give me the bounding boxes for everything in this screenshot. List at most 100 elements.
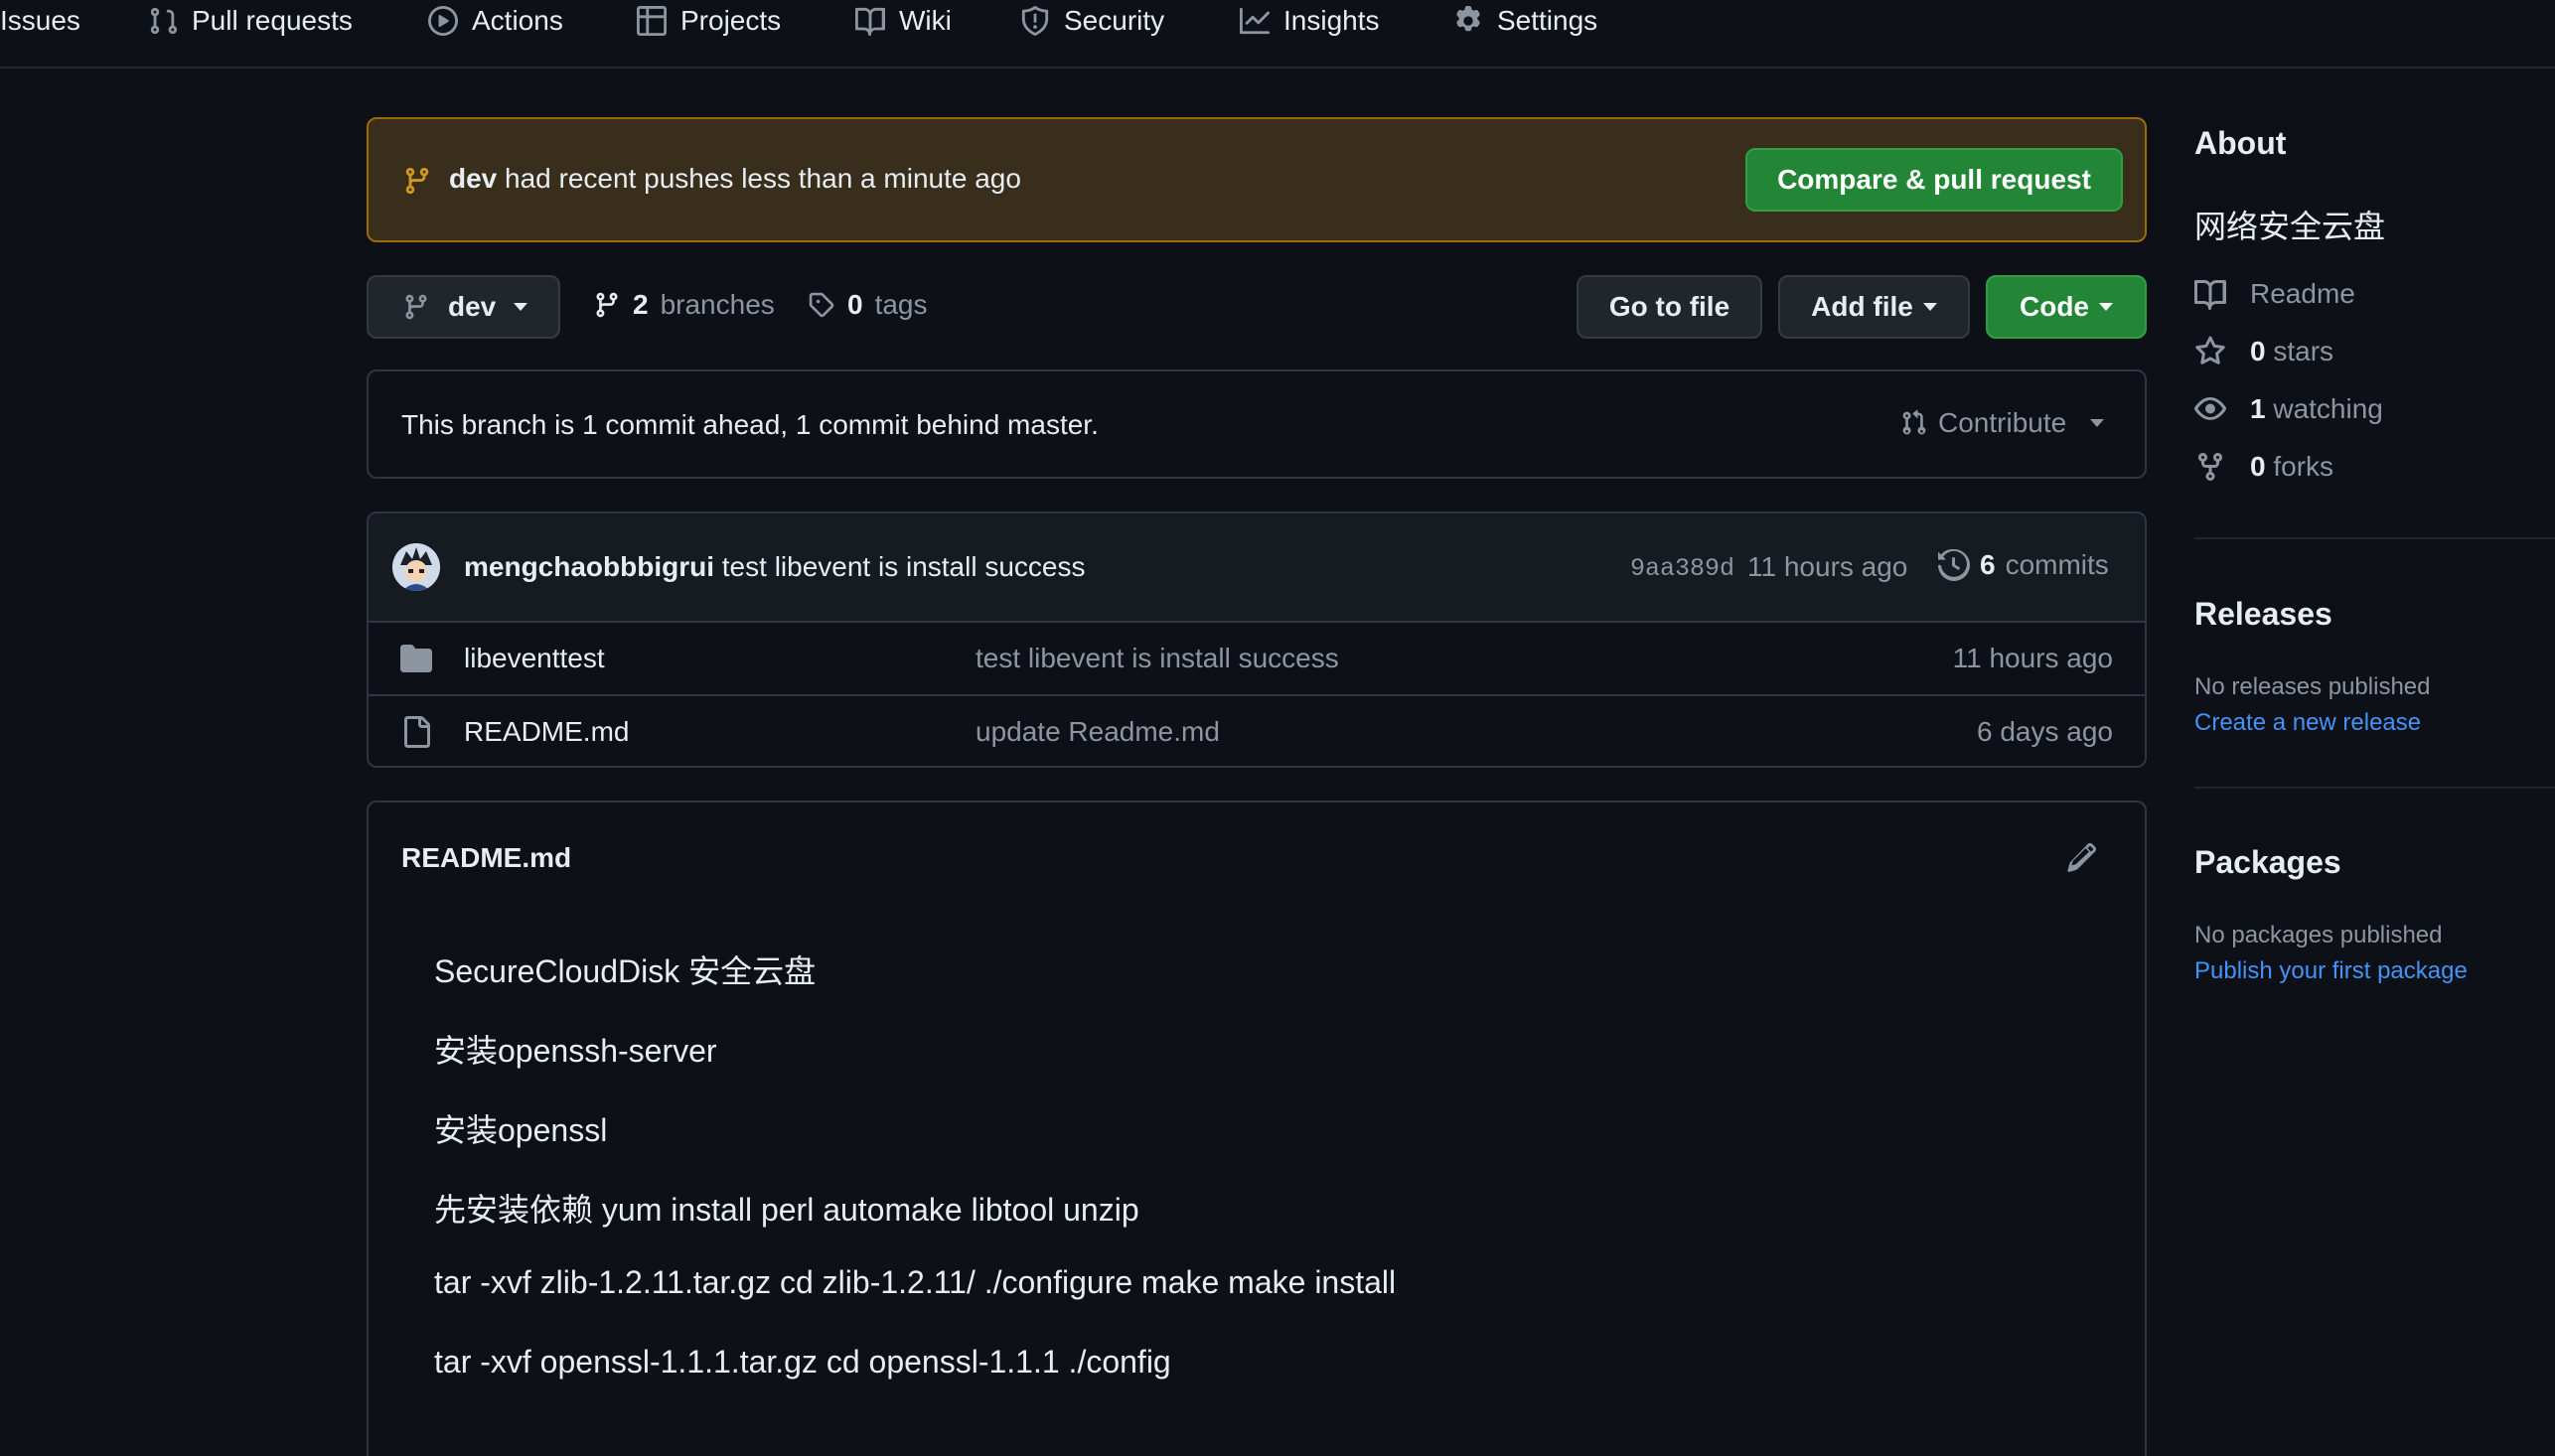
avatar[interactable] <box>392 543 440 591</box>
readme-heading: SecureCloudDisk 安全云盘 <box>434 953 817 989</box>
banner-branch[interactable]: dev <box>449 163 497 194</box>
no-releases-text: No releases published <box>2194 673 2431 700</box>
eye-icon <box>2194 393 2226 425</box>
tab-issues[interactable]: Issues <box>0 0 80 42</box>
branch-icon <box>593 291 621 319</box>
file-list-box: mengchaobbbigrui test libevent is instal… <box>367 511 2147 768</box>
table-icon <box>637 6 667 36</box>
chevron-down-icon <box>514 303 528 311</box>
tab-insights-label: Insights <box>1283 5 1380 36</box>
forks-count: 0 <box>2250 451 2266 482</box>
repo-description: 网络安全云盘 <box>2194 209 2386 244</box>
file-commit-time: 6 days ago <box>1977 716 2113 747</box>
branches-link[interactable]: 2 branches <box>593 289 775 321</box>
shield-icon <box>1020 6 1050 36</box>
branches-label: branches <box>660 289 775 320</box>
file-name[interactable]: libeventtest <box>464 643 605 674</box>
book-icon <box>2194 278 2226 310</box>
readme-paragraph: 先安装依赖 yum install perl automake libtool … <box>434 1192 1139 1228</box>
go-to-file-button[interactable]: Go to file <box>1577 275 1762 339</box>
commits-count: 6 <box>1980 549 1996 580</box>
file-icon <box>402 716 430 748</box>
commits-history-link[interactable]: 6 commits <box>1938 549 2109 581</box>
branch-icon <box>402 293 430 321</box>
tab-security-label: Security <box>1064 5 1165 36</box>
file-row[interactable]: README.md update Readme.md 6 days ago <box>369 696 2145 766</box>
repo-nav: Issues Pull requests Actions Projects Wi… <box>0 0 2555 69</box>
chevron-down-icon <box>2090 419 2105 427</box>
tab-projects-label: Projects <box>680 5 782 36</box>
readme-paragraph: 安装openssh-server <box>434 1033 717 1069</box>
commit-message[interactable]: test libevent is install success <box>722 551 1086 582</box>
stars-link[interactable]: 0 stars <box>2194 336 2333 367</box>
file-commit-time: 11 hours ago <box>1952 643 2113 673</box>
no-packages-text: No packages published <box>2194 922 2443 948</box>
book-icon <box>855 6 885 36</box>
folder-icon <box>400 645 432 672</box>
readme-box: README.md SecureCloudDisk 安全云盘 安装openssh… <box>367 801 2147 1456</box>
latest-commit-text: mengchaobbbigrui test libevent is instal… <box>464 551 1086 583</box>
code-button-label: Code <box>2020 291 2089 322</box>
branch-compare-message: This branch is 1 commit ahead, 1 commit … <box>401 409 1099 440</box>
tab-projects[interactable]: Projects <box>637 0 781 42</box>
branch-selector[interactable]: dev <box>367 275 560 339</box>
compare-pull-request-label: Compare & pull request <box>1777 164 2091 195</box>
branch-icon <box>402 166 432 196</box>
tab-issues-label: Issues <box>0 5 80 36</box>
fork-icon <box>2194 451 2226 483</box>
pull-request-icon <box>148 6 178 36</box>
file-commit-message[interactable]: test libevent is install success <box>976 643 1339 674</box>
tags-count: 0 <box>847 289 863 320</box>
create-release-link[interactable]: Create a new release <box>2194 709 2421 737</box>
edit-pencil-icon[interactable] <box>2067 842 2097 872</box>
go-to-file-label: Go to file <box>1608 291 1730 322</box>
readme-link[interactable]: Readme <box>2194 278 2355 310</box>
stars-count: 0 <box>2250 336 2266 366</box>
publish-package-link[interactable]: Publish your first package <box>2194 957 2468 985</box>
commits-label: commits <box>2005 549 2109 580</box>
readme-paragraph: tar -xvf openssl-1.1.1.tar.gz cd openssl… <box>434 1344 1171 1380</box>
branch-compare-box: This branch is 1 commit ahead, 1 commit … <box>367 369 2147 479</box>
add-file-button[interactable]: Add file <box>1778 275 1970 339</box>
tab-wiki-label: Wiki <box>899 5 952 36</box>
readme-paragraph: 安装openssl <box>434 1112 608 1148</box>
play-circle-icon <box>428 6 458 36</box>
file-commit-message[interactable]: update Readme.md <box>976 716 1220 748</box>
tab-pull-requests[interactable]: Pull requests <box>148 0 353 42</box>
compare-pull-request-button[interactable]: Compare & pull request <box>1745 148 2123 212</box>
forks-label: forks <box>2273 451 2334 482</box>
graph-icon <box>1240 6 1270 36</box>
banner-message: had recent pushes less than a minute ago <box>505 163 1021 194</box>
star-icon <box>2194 336 2226 367</box>
releases-heading[interactable]: Releases <box>2194 596 2332 633</box>
commit-author[interactable]: mengchaobbbigrui <box>464 551 714 582</box>
stars-label: stars <box>2273 336 2334 366</box>
chevron-down-icon <box>2099 303 2113 311</box>
branches-count: 2 <box>633 289 649 320</box>
tags-link[interactable]: 0 tags <box>808 289 928 321</box>
tab-actions[interactable]: Actions <box>428 0 563 42</box>
tab-settings[interactable]: Settings <box>1453 0 1597 42</box>
file-row[interactable]: libeventtest test libevent is install su… <box>369 623 2145 694</box>
banner-text: dev had recent pushes less than a minute… <box>449 163 1021 195</box>
contribute-button[interactable]: Contribute <box>1900 407 2105 439</box>
file-name[interactable]: README.md <box>464 716 629 748</box>
tab-security[interactable]: Security <box>1020 0 1164 42</box>
about-heading: About <box>2194 125 2287 161</box>
readme-title[interactable]: README.md <box>401 842 571 874</box>
forks-link[interactable]: 0 forks <box>2194 451 2333 483</box>
tab-insights[interactable]: Insights <box>1240 0 1380 42</box>
watching-link[interactable]: 1 watching <box>2194 393 2383 425</box>
packages-heading[interactable]: Packages <box>2194 844 2341 881</box>
tab-pull-requests-label: Pull requests <box>192 5 353 36</box>
git-compare-icon <box>1900 409 1928 437</box>
commit-sha[interactable]: 9aa389d <box>1630 554 1734 583</box>
readme-link-label: Readme <box>2250 278 2355 309</box>
recent-push-banner: dev had recent pushes less than a minute… <box>367 117 2147 242</box>
branch-selector-label: dev <box>448 291 497 322</box>
watching-label: watching <box>2273 393 2383 424</box>
tab-wiki[interactable]: Wiki <box>855 0 952 42</box>
code-button[interactable]: Code <box>1986 275 2147 339</box>
tags-label: tags <box>874 289 928 320</box>
add-file-label: Add file <box>1811 291 1913 322</box>
